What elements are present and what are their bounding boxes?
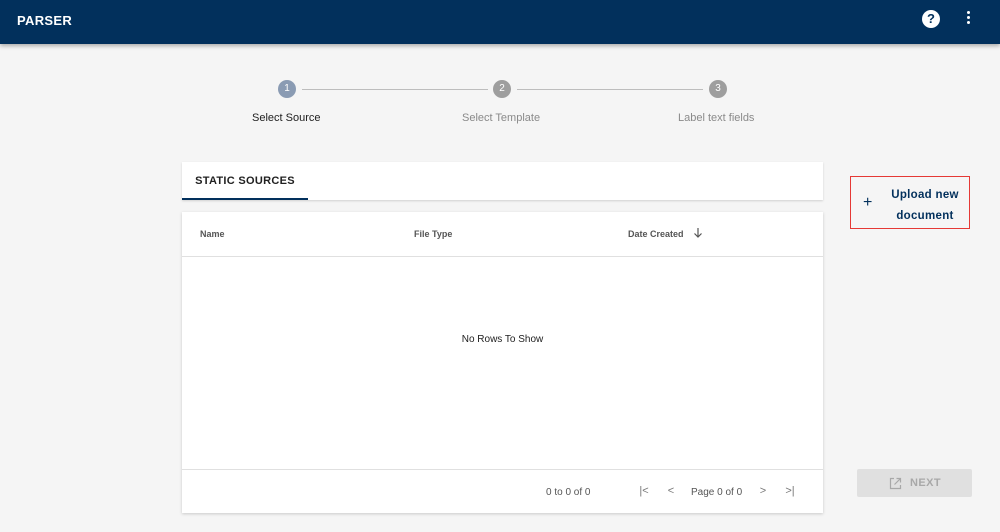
sort-descending-icon[interactable] [692, 227, 704, 239]
row-count: 0 to 0 of 0 [546, 487, 591, 498]
step-connector [302, 89, 488, 90]
grid-header: Name File Type Date Created [182, 212, 823, 257]
step-1-label: Select Source [252, 112, 321, 124]
app-title: PARSER [17, 13, 73, 28]
page-info: Page 0 of 0 [691, 487, 743, 498]
step-2-circle[interactable]: 2 [493, 80, 511, 98]
open-in-new-icon [889, 477, 902, 490]
column-header-date-created[interactable]: Date Created [628, 229, 684, 239]
last-page-icon[interactable]: >| [782, 483, 798, 499]
next-page-icon[interactable]: > [755, 483, 771, 499]
first-page-icon[interactable]: |< [636, 483, 652, 499]
next-button-label: NEXT [910, 477, 941, 489]
upload-new-document-button[interactable]: + Upload new document [850, 176, 970, 229]
upload-button-label: Upload new document [891, 189, 959, 222]
step-3-label: Label text fields [678, 112, 755, 124]
app-bar: PARSER ? [0, 0, 1000, 44]
source-tabs: STATIC SOURCES [182, 162, 823, 200]
tab-static-sources[interactable]: STATIC SOURCES [182, 162, 308, 200]
previous-page-icon[interactable]: < [663, 483, 679, 499]
help-icon[interactable]: ? [922, 10, 940, 28]
grid-pagination: 0 to 0 of 0 |< < Page 0 of 0 > >| [182, 469, 823, 513]
sources-grid: Name File Type Date Created No Rows To S… [182, 212, 823, 513]
more-vert-icon[interactable] [962, 11, 974, 29]
step-2-label: Select Template [462, 112, 541, 124]
step-connector [517, 89, 703, 90]
step-3-circle[interactable]: 3 [709, 80, 727, 98]
plus-icon: + [863, 194, 873, 211]
column-header-file-type[interactable]: File Type [414, 229, 452, 239]
step-1-circle[interactable]: 1 [278, 80, 296, 98]
tab-indicator [182, 198, 308, 200]
no-rows-message: No Rows To Show [461, 334, 544, 345]
next-button[interactable]: NEXT [857, 469, 972, 497]
column-header-name[interactable]: Name [200, 229, 225, 239]
